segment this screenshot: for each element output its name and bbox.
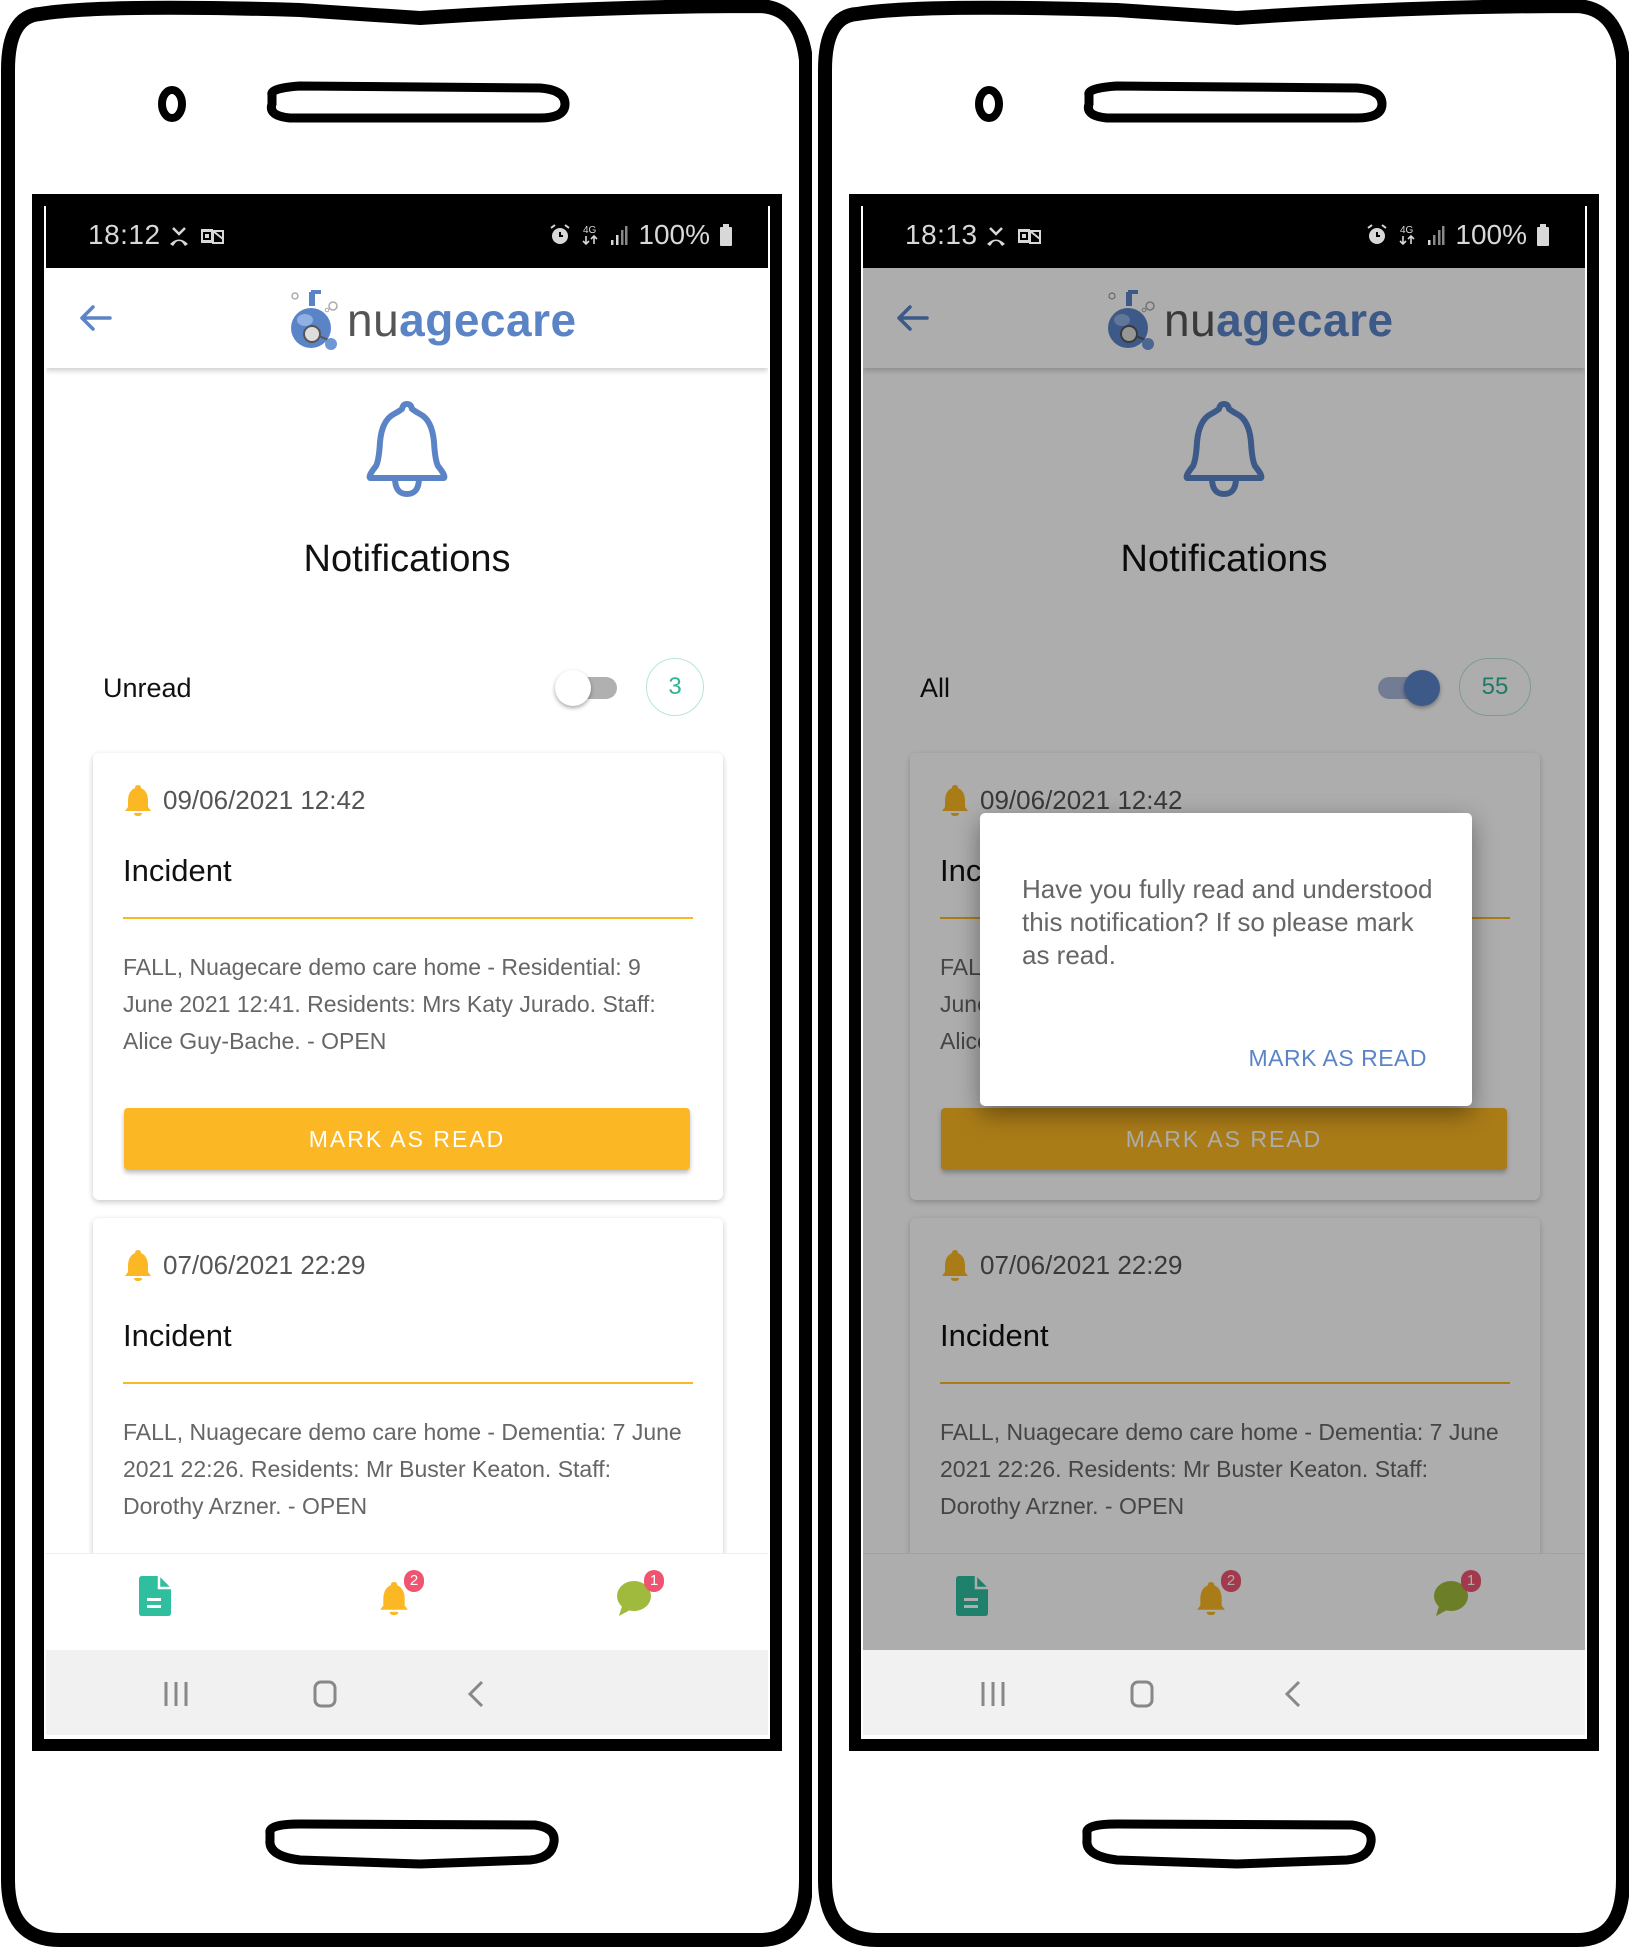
document-icon	[139, 1576, 171, 1616]
mark-as-read-button[interactable]: MARK AS READ	[124, 1108, 690, 1170]
notification-date: 07/06/2021 22:29	[163, 1249, 366, 1280]
phone-all-view-with-dialog: 18:13 4G 100% nuagecare Notifications Al…	[817, 0, 1629, 1950]
notification-title: Incident	[123, 1318, 232, 1353]
system-navigation-bar	[863, 1650, 1585, 1735]
notifications-badge: 2	[404, 1570, 424, 1592]
network-4g-icon: 4G	[582, 225, 598, 246]
nav-documents[interactable]	[139, 1576, 199, 1636]
bottom-nav: 2 1	[46, 1553, 768, 1651]
page-title: Notifications	[303, 538, 511, 580]
system-back-icon[interactable]	[1273, 1676, 1313, 1712]
notification-count-badge: 3	[646, 658, 704, 716]
dialog-mark-as-read-button[interactable]: MARK AS READ	[1248, 1045, 1427, 1072]
nav-messages[interactable]: 1	[617, 1570, 678, 1636]
phone-screen: 18:13 4G 100% nuagecare Notifications Al…	[863, 205, 1585, 1735]
toggle-thumb	[555, 670, 591, 706]
home-icon[interactable]	[1122, 1676, 1162, 1712]
battery-icon	[1537, 224, 1549, 246]
card-divider	[123, 1382, 693, 1384]
status-time: 18:13	[905, 219, 978, 250]
notification-body: FALL, Nuagecare demo care home - Dementi…	[123, 1419, 682, 1519]
bell-filled-icon	[125, 785, 151, 816]
status-time: 18:12	[88, 219, 161, 250]
network-4g-icon: 4G	[1399, 225, 1415, 246]
missed-call-icon	[987, 227, 1005, 246]
battery-percent: 100%	[1455, 219, 1527, 250]
notification-card: 09/06/2021 12:42 Incident FALL, Nuagecar…	[93, 753, 723, 1200]
notification-body: FALL, Nuagecare demo care home - Residen…	[123, 954, 656, 1054]
logo-text: nuagecare	[347, 294, 577, 346]
bell-filled-icon	[125, 1250, 151, 1281]
phone-unread-view: 18:12 4G 100% nuagecare Notifications Un…	[0, 0, 812, 1950]
card-divider	[123, 917, 693, 919]
filter-row: Unread 3	[46, 658, 768, 718]
system-back-icon[interactable]	[456, 1676, 496, 1712]
submarine-logo-icon	[291, 290, 338, 350]
alarm-icon	[1367, 224, 1387, 244]
signal-icon	[1428, 226, 1445, 245]
notification-date: 09/06/2021 12:42	[163, 784, 366, 815]
phone-screen: 18:12 4G 100% nuagecare Notifications Un…	[46, 205, 768, 1735]
status-bar: 18:13 4G 100%	[863, 205, 1585, 268]
dialog-message: Have you fully read and understood this …	[1022, 874, 1433, 970]
outlook-icon	[201, 229, 224, 244]
battery-percent: 100%	[638, 219, 710, 250]
filter-label: Unread	[103, 673, 192, 703]
notifications-content: Notifications Unread 3 09/06/2021 12:42 …	[46, 368, 768, 1618]
battery-icon	[720, 224, 732, 246]
alarm-icon	[550, 224, 570, 244]
unread-all-toggle[interactable]	[555, 670, 619, 706]
messages-badge: 1	[644, 1570, 664, 1592]
missed-call-icon	[170, 227, 188, 246]
recents-icon[interactable]	[156, 1676, 196, 1712]
notification-title: Incident	[123, 853, 232, 888]
home-icon[interactable]	[305, 1676, 345, 1712]
nuagecare-logo: nuagecare	[289, 288, 577, 352]
status-bar: 18:12 4G 100%	[46, 205, 768, 268]
back-arrow-icon[interactable]	[76, 298, 116, 338]
system-navigation-bar	[46, 1650, 768, 1735]
nav-notifications[interactable]: 2	[378, 1570, 438, 1636]
app-header: nuagecare	[46, 268, 768, 368]
bell-outline-icon	[366, 401, 448, 498]
mark-as-read-dialog: Have you fully read and understood this …	[980, 813, 1472, 1106]
svg-text:4G: 4G	[583, 225, 597, 236]
recents-icon[interactable]	[973, 1676, 1013, 1712]
outlook-icon	[1018, 229, 1041, 244]
signal-icon	[611, 226, 628, 245]
svg-text:4G: 4G	[1400, 225, 1414, 236]
